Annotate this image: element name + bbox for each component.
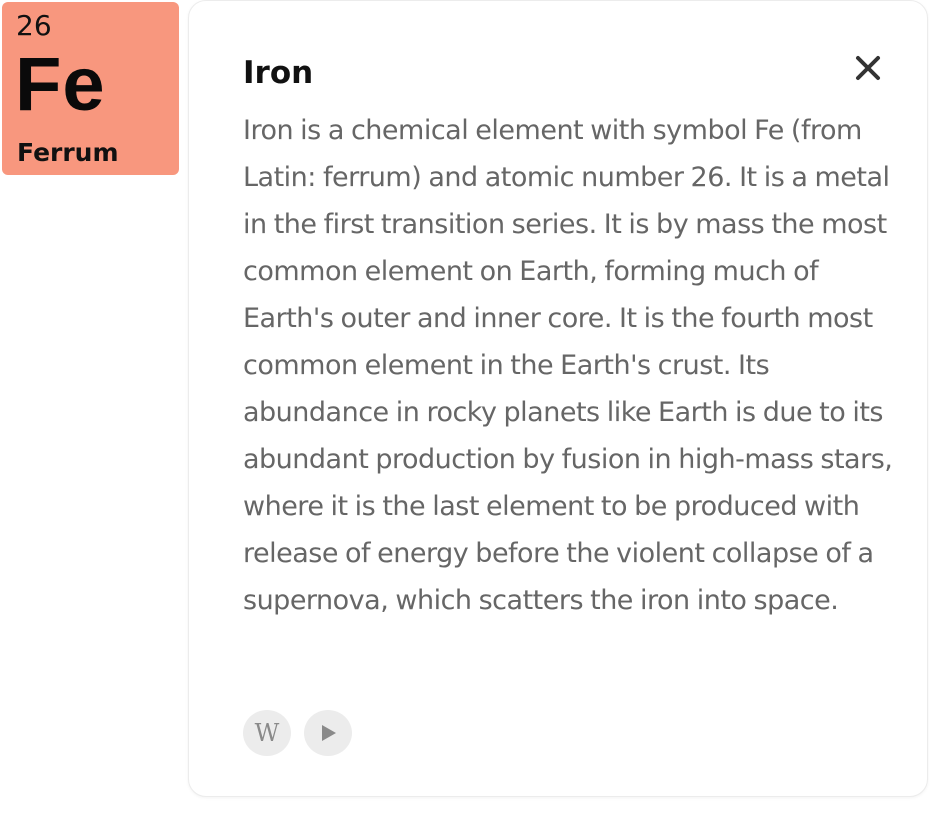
close-icon[interactable] [853,53,883,83]
latin-name: Ferrum [17,138,119,167]
wikipedia-button[interactable]: W [243,710,291,756]
element-description: Iron is a chemical element with symbol F… [243,115,893,616]
atomic-number: 26 [16,9,52,42]
element-tile[interactable]: 26 Fe Ferrum [2,2,179,175]
element-symbol: Fe [15,42,106,127]
wikipedia-icon: W [254,719,280,747]
play-button[interactable] [304,710,352,756]
element-detail-card: Iron Iron is a chemical element with sym… [188,0,928,797]
element-title: Iron [243,55,314,91]
play-icon [322,725,336,741]
